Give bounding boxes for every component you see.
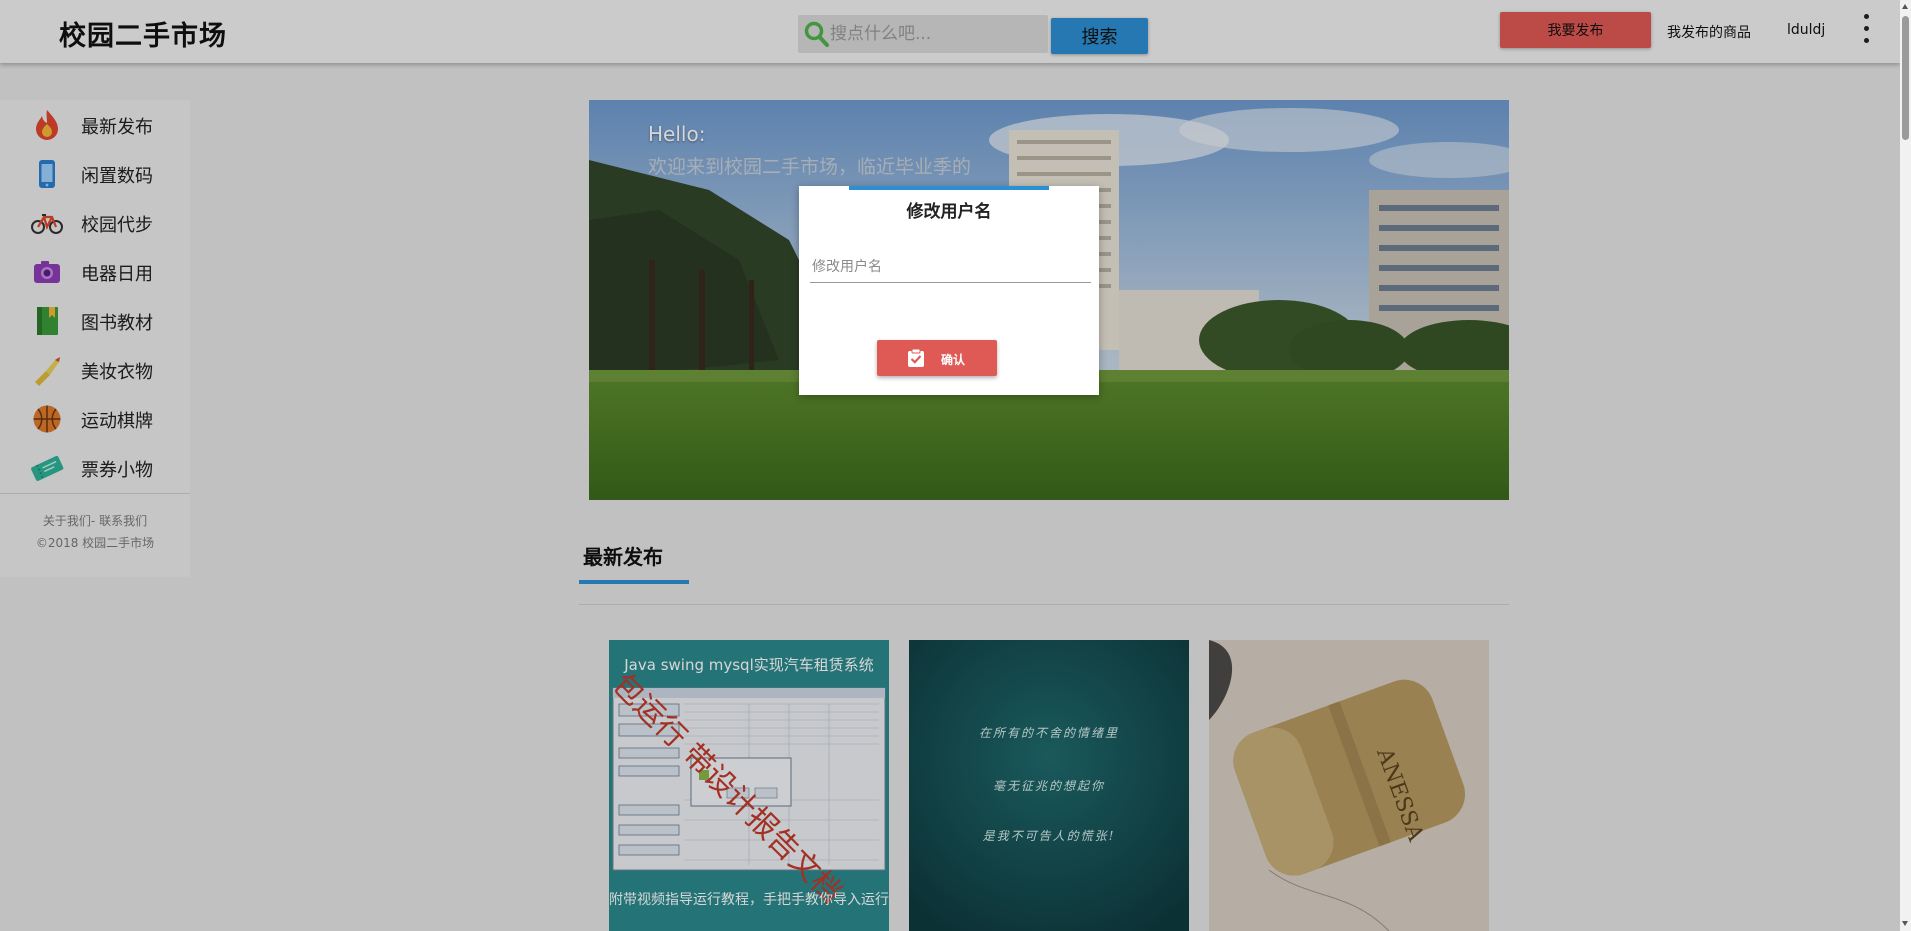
modal-overlay[interactable]: [0, 0, 1900, 931]
dialog-title: 修改用户名: [906, 202, 992, 222]
page: 校园二手市场 搜索 我要发布 我发布的商品 lduldj 最新发布: [0, 0, 1900, 931]
scroll-thumb[interactable]: [1902, 16, 1909, 140]
page-scrollbar[interactable]: [1900, 0, 1911, 931]
confirm-button-label: 确认: [941, 353, 966, 367]
dialog-progress-bar: [849, 186, 1049, 190]
scroll-down-arrow-icon[interactable]: [1902, 921, 1908, 926]
clipboard-check-icon: [908, 348, 924, 367]
username-input[interactable]: [810, 252, 1091, 283]
scroll-up-arrow-icon[interactable]: [1902, 4, 1908, 9]
confirm-button[interactable]: 确认: [877, 340, 997, 376]
rename-dialog: 修改用户名 确认: [799, 186, 1099, 395]
